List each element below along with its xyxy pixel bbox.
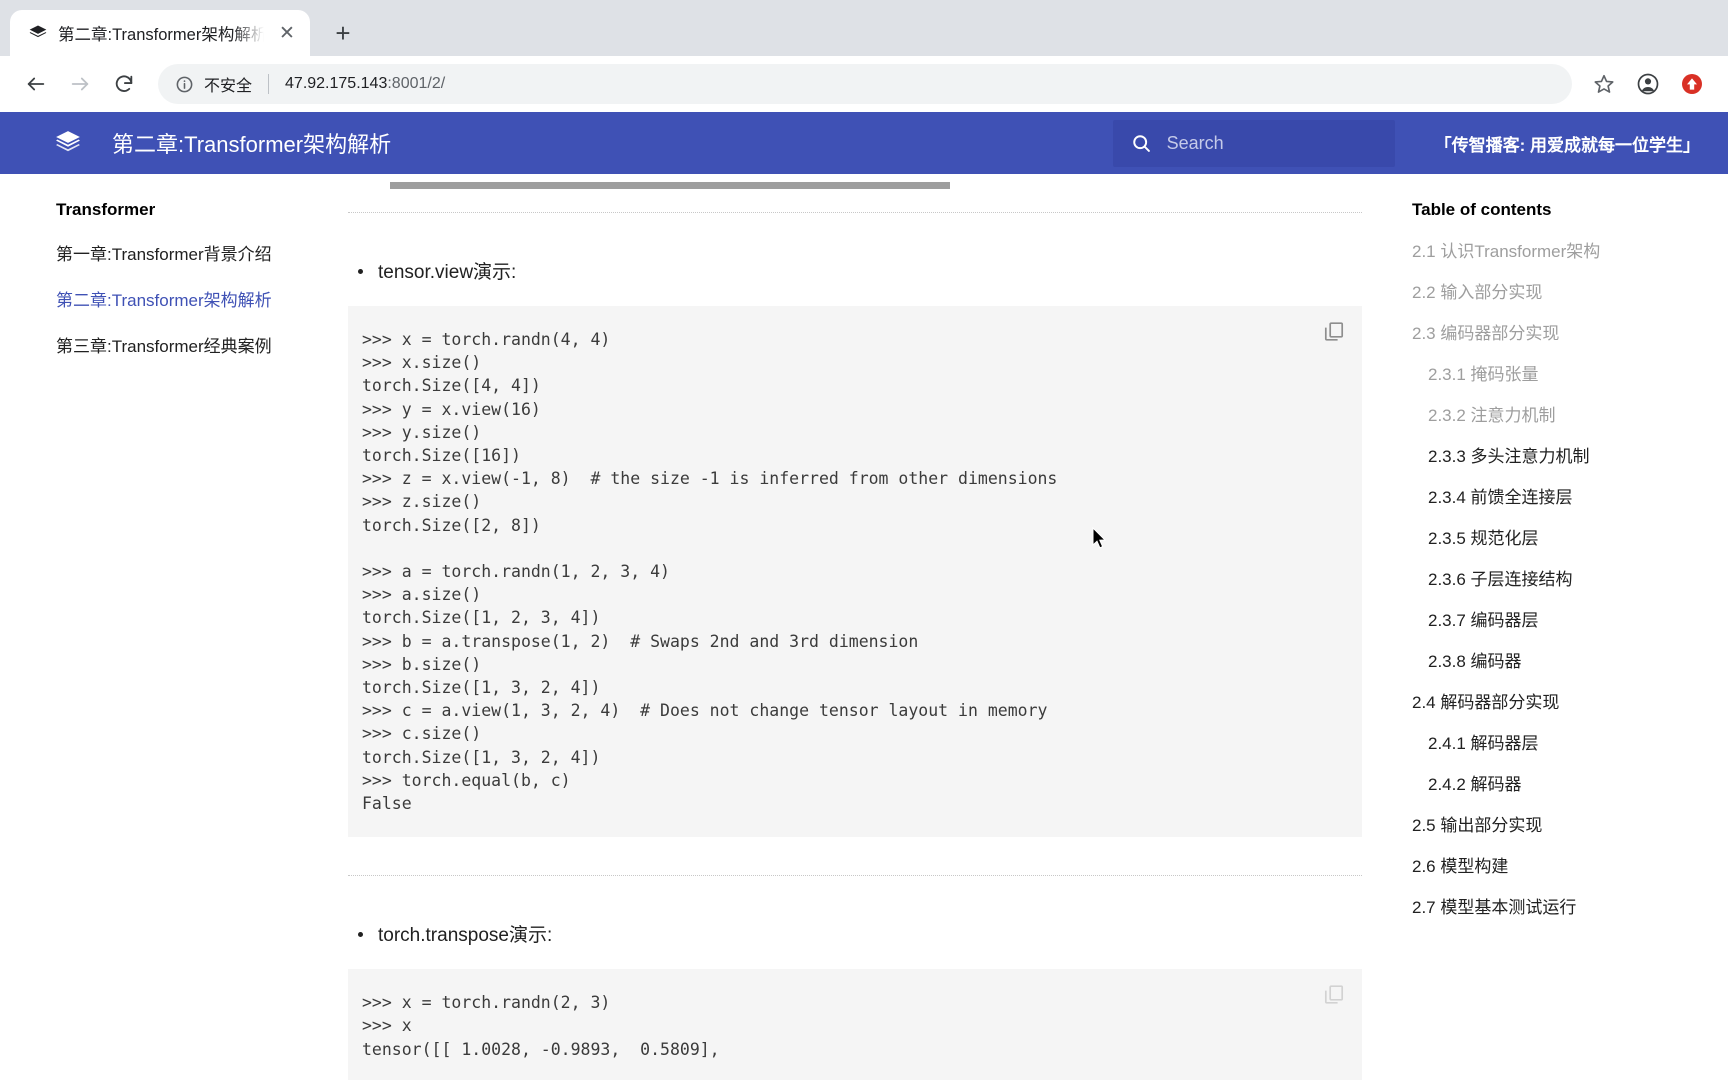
code-block-tensor-view: >>> x = torch.randn(4, 4) >>> x.size() t… bbox=[348, 306, 1362, 838]
url-host: 47.92.175.143 bbox=[285, 75, 388, 92]
tab-strip: 第二章:Transformer架构解析 - ✕ + bbox=[0, 0, 1728, 56]
new-tab-button[interactable]: + bbox=[324, 14, 362, 52]
toc-item-2-3-8[interactable]: 2.3.8 编码器 bbox=[1412, 647, 1708, 672]
toc-item-2-3-4[interactable]: 2.3.4 前馈全连接层 bbox=[1412, 483, 1708, 508]
toc-item-2-7[interactable]: 2.7 模型基本测试运行 bbox=[1412, 893, 1708, 918]
toc-item-2-3-1[interactable]: 2.3.1 掩码张量 bbox=[1412, 360, 1708, 385]
toc-item-2-3-3[interactable]: 2.3.3 多头注意力机制 bbox=[1412, 442, 1708, 467]
toc-item-2-3-2[interactable]: 2.3.2 注意力机制 bbox=[1412, 401, 1708, 426]
star-icon[interactable] bbox=[1584, 64, 1624, 104]
back-button[interactable] bbox=[16, 64, 56, 104]
account-circle-icon[interactable] bbox=[1628, 64, 1668, 104]
bullet-label: tensor.view演示: bbox=[378, 262, 517, 283]
browser-toolbar: 不安全 47.92.175.143:8001/2/ bbox=[0, 56, 1728, 112]
list-item: tensor.view演示: bbox=[348, 257, 1362, 284]
section-divider bbox=[348, 212, 1362, 213]
sidebar-item-chapter-3[interactable]: 第三章:Transformer经典案例 bbox=[56, 332, 340, 357]
search-icon bbox=[1131, 132, 1153, 154]
list-item: torch.transpose演示: bbox=[348, 920, 1362, 947]
sidebar-left: Transformer 第一章:Transformer背景介绍 第二章:Tran… bbox=[0, 174, 340, 1080]
site-title[interactable]: 第二章:Transformer架构解析 bbox=[112, 127, 391, 159]
page-viewport: 第二章:Transformer架构解析 「传智播客: 用爱成就每一位学生」 Tr… bbox=[0, 112, 1728, 1080]
reload-button[interactable] bbox=[104, 64, 144, 104]
omnibox-divider bbox=[268, 74, 270, 94]
toc-item-2-6[interactable]: 2.6 模型构建 bbox=[1412, 852, 1708, 877]
security-status-label: 不安全 bbox=[204, 78, 253, 95]
browser-tab[interactable]: 第二章:Transformer架构解析 - ✕ bbox=[10, 10, 310, 56]
toc-item-2-2[interactable]: 2.2 输入部分实现 bbox=[1412, 278, 1708, 303]
sidebar-brand: Transformer bbox=[56, 200, 156, 219]
browser-chrome: 第二章:Transformer架构解析 - ✕ + 不安全 47.92.175.… bbox=[0, 0, 1728, 112]
code-text: >>> x = torch.randn(2, 3) >>> x tensor([… bbox=[362, 993, 720, 1059]
toc-item-2-4[interactable]: 2.4 解码器部分实现 bbox=[1412, 688, 1708, 713]
toc-item-2-3[interactable]: 2.3 编码器部分实现 bbox=[1412, 319, 1708, 344]
forward-button[interactable] bbox=[60, 64, 100, 104]
toc-item-2-3-5[interactable]: 2.3.5 规范化层 bbox=[1412, 524, 1708, 549]
update-arrow-icon[interactable] bbox=[1672, 64, 1712, 104]
toc-item-2-3-7[interactable]: 2.3.7 编码器层 bbox=[1412, 606, 1708, 631]
body-area: Transformer 第一章:Transformer背景介绍 第二章:Tran… bbox=[0, 174, 1728, 1080]
url-text: 47.92.175.143:8001/2/ bbox=[285, 75, 1556, 93]
mkdocs-material-logo-icon[interactable] bbox=[52, 127, 84, 159]
copy-icon[interactable] bbox=[1322, 983, 1348, 1009]
toc-title: Table of contents bbox=[1412, 200, 1552, 219]
bullet-dot-icon bbox=[358, 932, 363, 938]
toc-item-2-4-1[interactable]: 2.4.1 解码器层 bbox=[1412, 729, 1708, 754]
site-header: 第二章:Transformer架构解析 「传智播客: 用爱成就每一位学生」 bbox=[0, 112, 1728, 174]
toc-item-2-3-6[interactable]: 2.3.6 子层连接结构 bbox=[1412, 565, 1708, 590]
code-block-torch-transpose: >>> x = torch.randn(2, 3) >>> x tensor([… bbox=[348, 969, 1362, 1080]
main-content: tensor.view演示: >>> x = torch.randn(4, 4)… bbox=[340, 174, 1398, 1080]
url-path: :8001/2/ bbox=[387, 75, 446, 92]
toc-item-2-5[interactable]: 2.5 输出部分实现 bbox=[1412, 811, 1708, 836]
book-stack-icon bbox=[28, 23, 48, 43]
header-slogan: 「传智播客: 用爱成就每一位学生」 bbox=[1434, 135, 1700, 155]
toc-item-2-4-2[interactable]: 2.4.2 解码器 bbox=[1412, 770, 1708, 795]
tab-title: 第二章:Transformer架构解析 - bbox=[58, 26, 264, 44]
code-text: >>> x = torch.randn(4, 4) >>> x.size() t… bbox=[362, 330, 1058, 814]
address-bar[interactable]: 不安全 47.92.175.143:8001/2/ bbox=[158, 64, 1572, 104]
info-circle-icon[interactable] bbox=[174, 74, 194, 94]
copy-icon[interactable] bbox=[1322, 320, 1348, 346]
search-box[interactable] bbox=[1112, 119, 1395, 167]
bullet-label: torch.transpose演示: bbox=[378, 925, 553, 947]
table-of-contents: Table of contents 2.1 认识Transformer架构 2.… bbox=[1398, 174, 1728, 1080]
toc-item-2-1[interactable]: 2.1 认识Transformer架构 bbox=[1412, 237, 1708, 262]
section-divider-2 bbox=[348, 875, 1362, 877]
sidebar-item-chapter-1[interactable]: 第一章:Transformer背景介绍 bbox=[56, 240, 340, 265]
sidebar-item-chapter-2[interactable]: 第二章:Transformer架构解析 bbox=[56, 286, 340, 311]
bullet-dot-icon bbox=[358, 269, 363, 274]
close-icon[interactable]: ✕ bbox=[274, 20, 300, 46]
search-input[interactable] bbox=[1166, 132, 1377, 154]
horizontal-scrollbar[interactable] bbox=[390, 182, 950, 189]
